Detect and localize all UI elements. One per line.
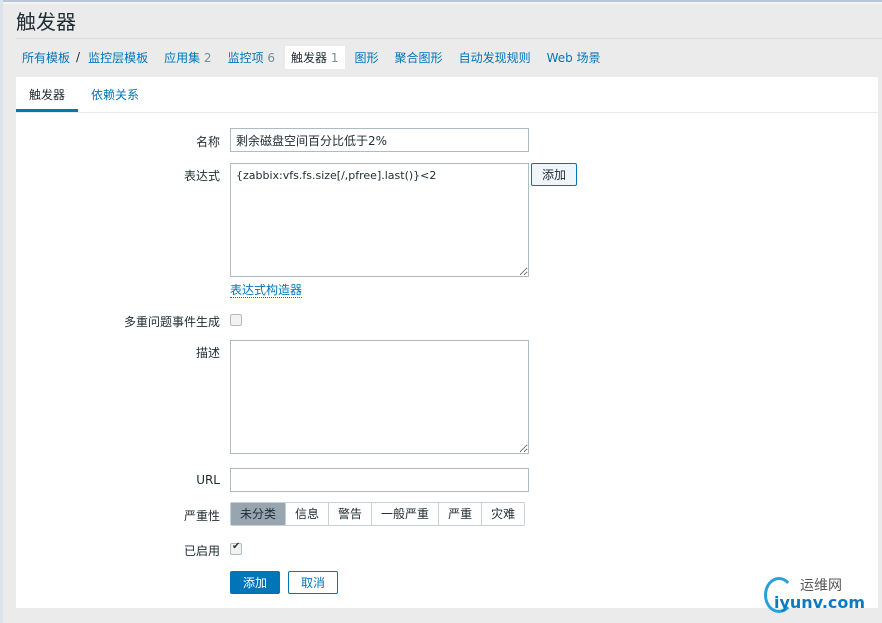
severity-label: 严重性 — [183, 509, 220, 523]
nav-applications[interactable]: 应用集 2 — [158, 46, 217, 69]
nav-triggers[interactable]: 触发器 1 — [285, 45, 345, 69]
description-textarea[interactable] — [230, 340, 529, 454]
url-input[interactable] — [230, 468, 529, 492]
severity-warning[interactable]: 警告 — [329, 503, 373, 525]
nav-label: 监控项 — [227, 50, 264, 65]
multiple-events-label: 多重问题事件生成 — [123, 315, 220, 329]
nav-discovery-rules[interactable]: 自动发现规则 — [453, 46, 537, 69]
name-input[interactable] — [230, 128, 529, 152]
severity-disaster[interactable]: 灾难 — [482, 503, 525, 525]
expression-textarea[interactable]: {zabbix:vfs.fs.size[/,pfree].last()}<2 — [230, 163, 529, 277]
breadcrumb-separator: / — [76, 50, 81, 64]
tab-dependencies[interactable]: 依赖关系 — [78, 77, 152, 112]
window-top-border — [0, 0, 882, 4]
watermark-logo: 运维网 iyunv.com — [764, 573, 874, 617]
divider — [16, 38, 882, 39]
watermark-text: 运维网 — [800, 578, 842, 594]
form-panel: 触发器 依赖关系 名称 表达式 {zabbix:vfs.fs.size[/,pf… — [16, 77, 878, 608]
nav-screens[interactable]: 聚合图形 — [389, 46, 449, 69]
url-label: URL — [196, 473, 220, 487]
nav-count: 6 — [267, 50, 276, 65]
description-label: 描述 — [195, 346, 220, 360]
tab-trigger[interactable]: 触发器 — [16, 77, 79, 112]
window-left-border — [0, 0, 3, 623]
expression-label: 表达式 — [183, 169, 220, 183]
nav-web-scenarios[interactable]: Web 场景 — [541, 46, 607, 69]
cancel-button[interactable]: 取消 — [288, 571, 339, 594]
name-label: 名称 — [195, 135, 220, 149]
nav-graphs[interactable]: 图形 — [349, 46, 385, 69]
page-title: 触发器 — [16, 10, 76, 34]
tab-bar: 触发器 依赖关系 — [16, 77, 878, 113]
nav-count: 1 — [330, 50, 339, 65]
enabled-label: 已启用 — [183, 544, 220, 558]
severity-not-classified[interactable]: 未分类 — [231, 503, 287, 525]
nav-label: 触发器 — [291, 50, 328, 65]
nav-items[interactable]: 监控项 6 — [222, 46, 281, 69]
severity-information[interactable]: 信息 — [286, 503, 330, 525]
expression-add-button[interactable]: 添加 — [531, 163, 578, 186]
multiple-events-checkbox[interactable] — [230, 314, 242, 326]
severity-selector: 未分类 信息 警告 一般严重 严重 灾难 — [230, 502, 526, 526]
watermark-domain: iyunv.com — [774, 593, 866, 612]
expression-builder-link[interactable]: 表达式构造器 — [230, 283, 303, 298]
severity-high[interactable]: 严重 — [439, 503, 483, 525]
severity-average[interactable]: 一般严重 — [372, 503, 440, 525]
nav-count: 2 — [203, 50, 212, 65]
nav-all-templates[interactable]: 所有模板 — [16, 46, 76, 69]
nav-label: 应用集 — [164, 50, 201, 65]
nav-template[interactable]: 监控层模板 — [82, 46, 154, 69]
submit-add-button[interactable]: 添加 — [230, 571, 281, 594]
breadcrumb-nav: 所有模板 / 监控层模板 应用集 2 监控项 6 触发器 1 图形 聚合图形 自… — [16, 45, 611, 69]
enabled-checkbox[interactable] — [230, 541, 242, 555]
